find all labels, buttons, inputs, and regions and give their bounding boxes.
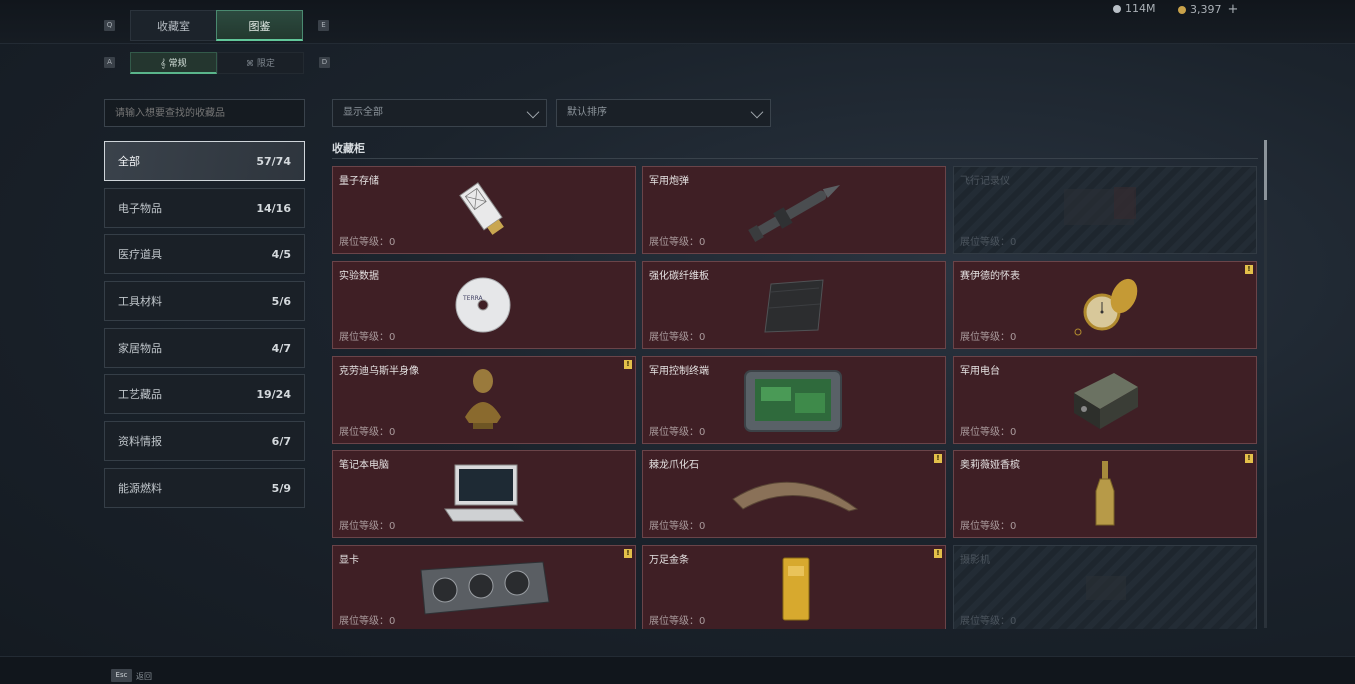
item-level: 展位等级：0 [339,237,396,248]
category-count: 57/74 [256,154,291,168]
item-card-locked[interactable]: 摄影机 展位等级：0 [953,545,1257,629]
category-count: 5/6 [271,294,291,308]
category-household[interactable]: 家居物品 4/7 [104,328,305,368]
item-level: 展位等级：0 [960,237,1017,248]
item-card[interactable]: 奥莉薇娅香槟 ! 展位等级：0 [953,450,1257,538]
limited-icon: ⌘ [246,59,255,68]
item-card[interactable]: 强化碳纤维板 展位等级：0 [642,261,946,349]
chevron-down-icon [750,105,764,119]
tab-prev-key[interactable]: Q [104,20,115,31]
item-card[interactable]: 棘龙爪化石 ! 展位等级：0 [642,450,946,538]
subtab-limited[interactable]: ⌘ 限定 [217,52,304,74]
silver-coin-icon [1113,4,1121,13]
category-medical[interactable]: 医疗道具 4/5 [104,234,305,274]
item-level: 展位等级：0 [960,521,1017,532]
item-card[interactable]: 笔记本电脑 展位等级：0 [332,450,636,538]
item-level: 展位等级：0 [649,616,706,627]
category-label: 全部 [118,155,140,168]
item-card-locked[interactable]: 飞行记录仪 展位等级：0 [953,166,1257,254]
item-level: 展位等级：0 [339,427,396,438]
category-label: 工艺藏品 [118,388,162,401]
display-filter-dropdown[interactable]: 显示全部 [332,99,547,127]
sort-dropdown[interactable]: 默认排序 [556,99,771,127]
scrollbar-thumb[interactable] [1264,140,1267,200]
subtab-prev-key[interactable]: A [104,57,115,68]
tab-next-key[interactable]: E [318,20,329,31]
item-level: 展位等级：0 [649,332,706,343]
add-currency-button[interactable]: + [1228,2,1239,17]
subtab-regular-label: 常规 [168,59,187,69]
item-card[interactable]: 克劳迪乌斯半身像 ! 展位等级：0 [332,356,636,444]
svg-text:TERRA: TERRA [462,295,484,302]
display-filter-value: 显示全部 [343,107,383,118]
item-level: 展位等级：0 [649,521,706,532]
gold-value: 3,397 [1190,3,1222,16]
item-level: 展位等级：0 [649,427,706,438]
item-level: 展位等级：0 [649,237,706,248]
subtab-next-key[interactable]: D [319,57,330,68]
item-card[interactable]: 军用控制终端 展位等级：0 [642,356,946,444]
category-label: 工具材料 [118,295,162,308]
category-all[interactable]: 全部 57/74 [104,141,305,181]
category-count: 5/9 [271,481,291,495]
category-count: 14/16 [256,201,291,215]
category-label: 家居物品 [118,342,162,355]
subtab-regular[interactable]: 𝄞 常规 [130,52,217,74]
item-level: 展位等级：0 [339,616,396,627]
sort-value: 默认排序 [567,107,607,118]
item-card[interactable]: 万足金条 ! 展位等级：0 [642,545,946,629]
gold-currency: 3,397 + [1178,2,1238,17]
item-level: 展位等级：0 [339,332,396,343]
item-card[interactable]: 显卡 ! 展位等级：0 [332,545,636,629]
bottom-bar [0,656,1355,684]
search-input[interactable] [104,99,305,127]
category-label: 能源燃料 [118,482,162,495]
music-note-icon: 𝄞 [160,59,166,69]
scrollbar-track[interactable] [1264,140,1267,628]
category-electronics[interactable]: 电子物品 14/16 [104,188,305,228]
item-level: 展位等级：0 [960,427,1017,438]
silver-currency: 114M [1113,2,1156,15]
category-count: 4/7 [271,341,291,355]
category-fuel[interactable]: 能源燃料 5/9 [104,468,305,508]
esc-key[interactable]: Esc [111,669,132,682]
category-crafts[interactable]: 工艺藏品 19/24 [104,374,305,414]
item-card[interactable]: 军用炮弹 展位等级：0 [642,166,946,254]
category-label: 医疗道具 [118,248,162,261]
section-title: 收藏柜 [332,142,365,155]
item-grid: 量子存储 展位等级：0 军用炮弹 展位等级：0 飞行记录仪 展位等级：0 实验数… [332,166,1258,629]
chevron-down-icon [526,105,540,119]
back-label[interactable]: 返回 [136,671,152,682]
tab-codex[interactable]: 图鉴 [216,10,303,41]
tab-collection-room[interactable]: 收藏室 [130,10,217,41]
category-label: 电子物品 [118,202,162,215]
item-level: 展位等级：0 [960,332,1017,343]
category-label: 资料情报 [118,435,162,448]
item-card[interactable]: 军用电台 展位等级：0 [953,356,1257,444]
item-card[interactable]: 实验数据 TERRA 展位等级：0 [332,261,636,349]
category-count: 4/5 [271,247,291,261]
section-divider [332,158,1258,159]
subtab-limited-label: 限定 [256,59,275,69]
silver-value: 114M [1125,2,1156,15]
item-level: 展位等级：0 [960,616,1017,627]
gold-coin-icon [1178,5,1186,14]
item-card[interactable]: 赛伊德的怀表 ! 展位等级：0 [953,261,1257,349]
category-intel[interactable]: 资料情报 6/7 [104,421,305,461]
item-level: 展位等级：0 [339,521,396,532]
category-tools[interactable]: 工具材料 5/6 [104,281,305,321]
item-card[interactable]: 量子存储 展位等级：0 [332,166,636,254]
category-count: 6/7 [271,434,291,448]
category-count: 19/24 [256,387,291,401]
